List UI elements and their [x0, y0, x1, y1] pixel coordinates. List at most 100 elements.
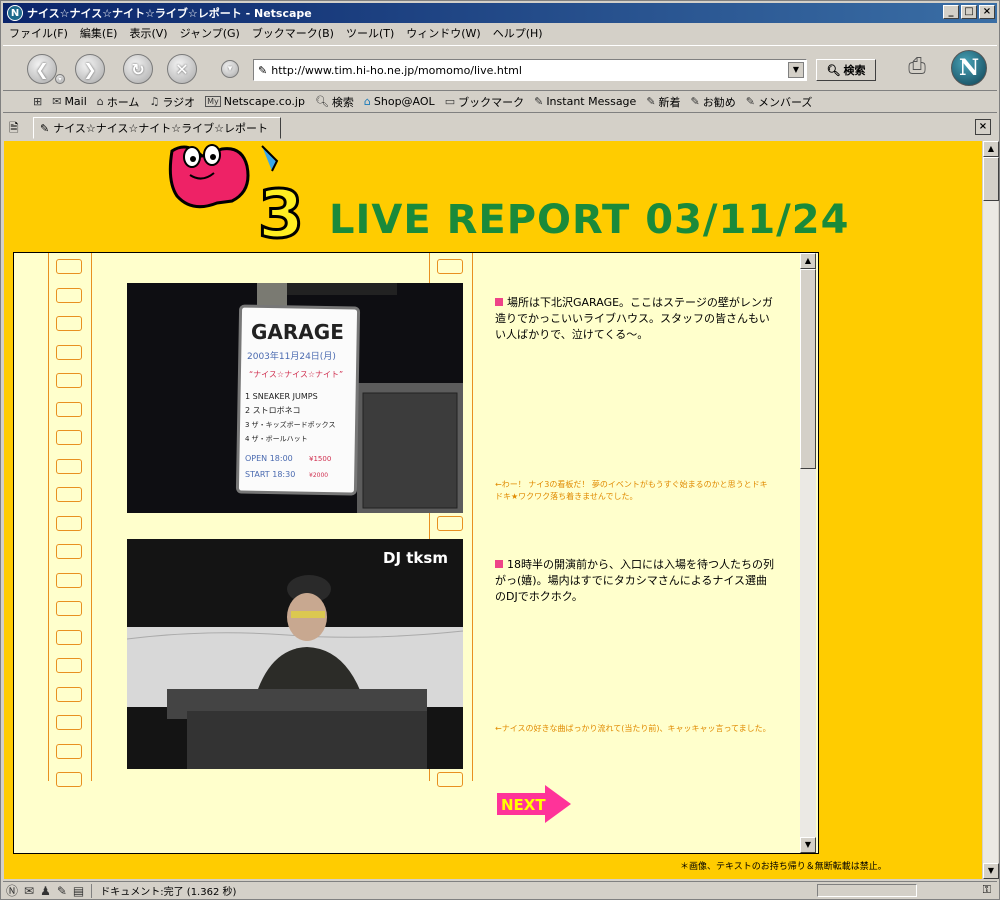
garage-sign-illustration: GARAGE 2003年11月24日(月) “ナイス☆ナイス☆ナイト” 1 SN… — [127, 283, 463, 513]
film-sprocket-hole — [56, 344, 82, 360]
netscape-throbber[interactable]: N — [951, 50, 987, 86]
bookmark-icon: ✎ — [646, 95, 656, 108]
toolbar-item-mail[interactable]: ✉ Mail — [47, 95, 92, 108]
scroll-up-button[interactable]: ▲ — [983, 141, 999, 157]
search-button-label: 検索 — [843, 64, 866, 77]
toolbar-item-new[interactable]: ✎ 新着 — [641, 94, 685, 110]
caption-2: 18時半の開演前から、入口には入場を待つ人たちの列がっ(嬉)。場内はすでにタカシ… — [495, 557, 775, 605]
stop-icon: ✕ — [175, 59, 189, 79]
url-text: http://www.tim.hi-ho.ne.jp/momomo/live.h… — [271, 63, 522, 77]
film-sprocket-hole — [56, 515, 82, 531]
mail-icon[interactable]: ✉ — [21, 884, 37, 898]
netscape-status-icon[interactable]: Ⓝ — [3, 882, 21, 899]
menu-bar: ファイル(F) 編集(E) 表示(V) ジャンプ(G) ブックマーク(B) ツー… — [3, 24, 549, 43]
next-button[interactable]: NEXT — [495, 783, 575, 825]
menu-edit[interactable]: 編集(E) — [74, 24, 124, 43]
toolbar-item-label: 検索 — [331, 95, 354, 109]
menu-window[interactable]: ウィンドウ(W) — [400, 24, 486, 43]
film-sprocket-hole — [56, 401, 82, 417]
sign-lineup-3: 3 ザ・キッズボードポックス — [245, 420, 335, 429]
toolbar-item-label: お勧め — [702, 95, 736, 109]
tab-bar: 🗎 ✎ ナイス☆ナイス☆ナイト☆ライブ☆レポート × — [3, 115, 997, 139]
toolbar-item-label: Netscape.co.jp — [223, 95, 305, 108]
scroll-down-button[interactable]: ▼ — [983, 863, 999, 879]
status-bar: Ⓝ ✉ ♟ ✎ ▤ ドキュメント:完了 (1.362 秒) ⚿ — [3, 881, 997, 899]
scroll-thumb[interactable] — [983, 157, 999, 201]
close-tab-button[interactable]: × — [975, 119, 991, 135]
pink-bullet-icon — [495, 560, 503, 568]
netscape-icon: N — [7, 5, 23, 21]
sign-date: 2003年11月24日(月) — [247, 350, 336, 362]
scroll-thumb[interactable] — [800, 269, 816, 469]
bookmark-icon: ✎ — [690, 95, 700, 108]
url-dropdown-button[interactable]: ▼ — [788, 62, 804, 78]
toolbar-item-search[interactable]: 🔍︎ 検索 — [310, 94, 359, 110]
go-menu-button[interactable]: ▾ — [221, 60, 239, 78]
security-lock-icon[interactable]: ⚿ — [983, 883, 991, 897]
toolbar-item-label: Mail — [64, 95, 87, 108]
menu-help[interactable]: ヘルプ(H) — [487, 24, 549, 43]
toolbar-item-recommend[interactable]: ✎ お勧め — [686, 94, 741, 110]
menu-tools[interactable]: ツール(T) — [340, 24, 400, 43]
caption-1-text: 場所は下北沢GARAGE。ここはステージの壁がレンガ造りでかっこいいライブハウス… — [495, 296, 773, 341]
toolbar-item-radio[interactable]: ♫ ラジオ — [144, 94, 200, 110]
film-sprocket-hole — [437, 772, 463, 787]
printer-icon: ⎙ — [908, 54, 926, 79]
report-frame: GARAGE 2003年11月24日(月) “ナイス☆ナイス☆ナイト” 1 SN… — [13, 252, 819, 854]
sign-lineup-1: 1 SNEAKER JUMPS — [245, 392, 318, 401]
back-arrow-icon: ❮ — [35, 59, 49, 79]
toolbar-item-members[interactable]: ✎ メンバーズ — [741, 94, 818, 110]
close-button[interactable]: × — [979, 5, 995, 19]
search-button[interactable]: 🔍︎ 検索 — [816, 59, 876, 81]
toolbar-grippy[interactable]: ⊞ — [3, 95, 47, 108]
address-book-icon[interactable]: ▤ — [70, 884, 87, 898]
back-history-dropdown[interactable]: ▾ — [55, 74, 65, 84]
film-sprocket-hole — [56, 629, 82, 645]
logo-number: 3 — [258, 176, 304, 241]
film-sprocket-hole — [56, 743, 82, 759]
print-button[interactable]: ⎙ — [901, 54, 933, 84]
page-content: 3 LIVE REPORT 03/11/24 GARAGE 2003年11月24… — [4, 141, 982, 879]
toolbar-item-instant-message[interactable]: ✎ Instant Message — [529, 95, 641, 108]
maximize-button[interactable]: □ — [961, 5, 977, 19]
url-bar[interactable]: ✎ http://www.tim.hi-ho.ne.jp/momomo/live… — [253, 59, 807, 81]
toolbar-item-shop[interactable]: ⌂ Shop@AOL — [359, 95, 440, 108]
chevron-down-icon: ▾ — [227, 64, 233, 74]
photo-dj-label: DJ tksm — [383, 549, 448, 567]
copyright-notice: ＊画像、テキストのお持ち帰り＆無断転載は禁止。 — [680, 862, 887, 872]
sign-price-2: ¥2000 — [309, 472, 328, 479]
composer-icon[interactable]: ✎ — [54, 884, 70, 898]
menu-view[interactable]: 表示(V) — [123, 24, 173, 43]
navigation-toolbar: ❮ ▾ ❯ ↻ ✕ ▾ ✎ http://www.tim.hi-ho.ne.jp… — [3, 45, 997, 91]
film-sprocket-hole — [56, 259, 82, 274]
note-1: ←わー！ ナイ3の看板だ！ 夢のイベントがもうすぐ始まるのかと思うとドキドキ★ワ… — [495, 480, 768, 501]
reload-button[interactable]: ↻ — [123, 54, 153, 84]
status-divider — [91, 883, 93, 898]
toolbar-item-bookmarks[interactable]: ▭ ブックマーク — [440, 94, 529, 110]
scroll-down-button[interactable]: ▼ — [800, 837, 816, 853]
grip-icon: ⊞ — [33, 95, 43, 108]
back-button[interactable]: ❮ — [27, 54, 57, 84]
inner-vertical-scrollbar[interactable]: ▲ ▼ — [800, 253, 816, 853]
tab-live-report[interactable]: ✎ ナイス☆ナイス☆ナイト☆ライブ☆レポート — [33, 117, 281, 139]
minimize-button[interactable]: _ — [943, 5, 959, 19]
page-vertical-scrollbar[interactable]: ▲ ▼ — [982, 141, 999, 879]
menu-bookmarks[interactable]: ブックマーク(B) — [246, 24, 340, 43]
new-tab-icon[interactable]: 🗎 — [9, 119, 25, 135]
stop-button[interactable]: ✕ — [167, 54, 197, 84]
film-sprocket-hole — [437, 515, 463, 531]
menu-file[interactable]: ファイル(F) — [3, 24, 74, 43]
forward-button[interactable]: ❯ — [75, 54, 105, 84]
window-title: ナイス☆ナイス☆ナイト☆ライブ☆レポート - Netscape — [27, 7, 312, 20]
toolbar-item-label: メンバーズ — [757, 95, 813, 109]
aim-icon[interactable]: ♟ — [37, 884, 54, 898]
menu-go[interactable]: ジャンプ(G) — [174, 24, 246, 43]
film-sprocket-hole — [56, 487, 82, 502]
reload-icon: ↻ — [131, 59, 145, 79]
page-proxy-icon: ✎ — [258, 63, 268, 77]
toolbar-item-netscape[interactable]: My Netscape.co.jp — [200, 95, 310, 108]
caption-2-text: 18時半の開演前から、入口には入場を待つ人たちの列がっ(嬉)。場内はすでにタカシ… — [495, 558, 774, 603]
scroll-up-button[interactable]: ▲ — [800, 253, 816, 269]
toolbar-item-home[interactable]: ⌂ ホーム — [92, 94, 145, 110]
film-sprocket-hole — [56, 430, 82, 445]
